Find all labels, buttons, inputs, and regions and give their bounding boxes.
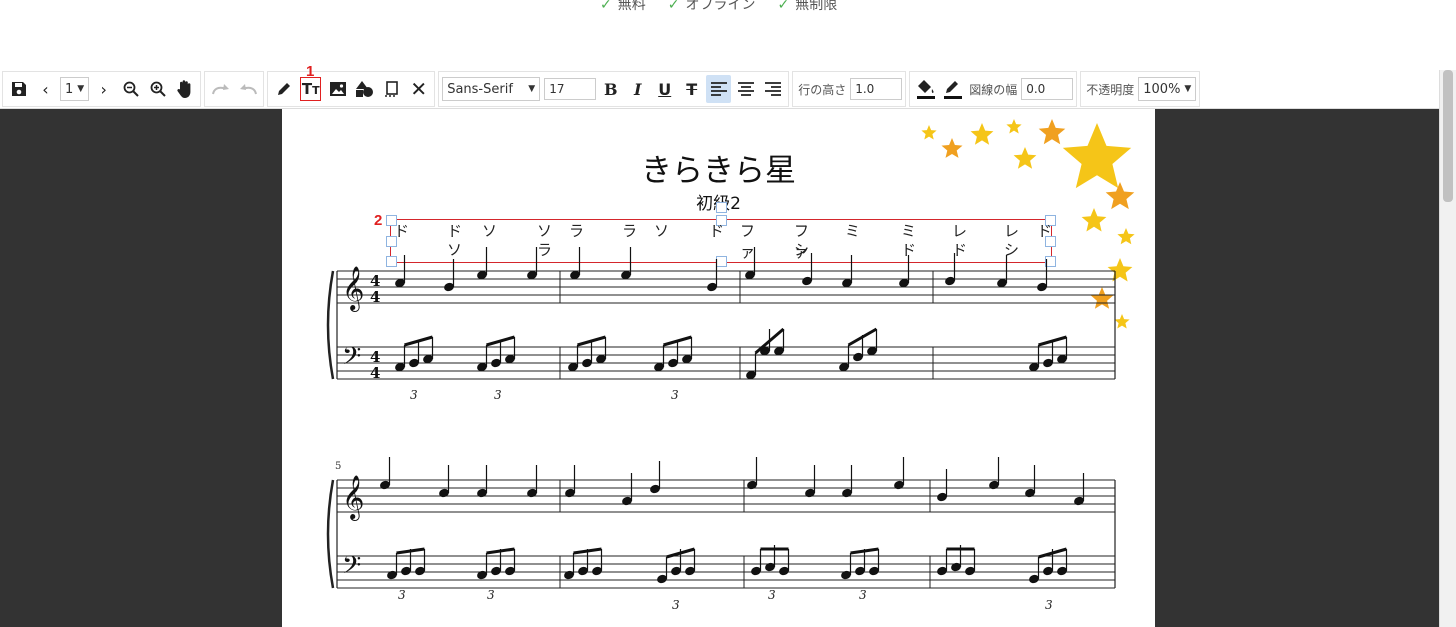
time-signature: 4 (370, 364, 380, 382)
feature-item: ✓ オフライン (668, 0, 756, 14)
align-right-icon[interactable] (760, 75, 785, 103)
line-height-label: 行の高さ (798, 82, 847, 97)
align-left-icon[interactable] (706, 75, 732, 103)
grand-staff-brace (326, 270, 335, 380)
font-family-select[interactable]: Sans-Serif ▼ (442, 77, 541, 101)
editor-toolbar: ‹ 1 ▼ › TT ✕ Sans-Serif ▼ 17 B I U T 行の高さ … (0, 70, 1440, 109)
bold-icon[interactable]: B (598, 75, 623, 103)
beam (850, 547, 879, 555)
treble-clef: 𝄞 (342, 475, 364, 521)
bass-clef: 𝄢 (342, 342, 361, 377)
triplet-number: 3 (410, 388, 418, 402)
treble-clef: 𝄞 (342, 266, 364, 312)
triplet-number: 3 (494, 388, 502, 402)
check-icon: ✓ (667, 0, 680, 13)
opacity-group: 不透明度 100% ▼ (1080, 71, 1201, 107)
next-page-icon[interactable]: › (91, 75, 116, 103)
triplet-number: 3 (671, 388, 679, 402)
beam (486, 547, 515, 555)
text-format-group: Sans-Serif ▼ 17 B I U T (438, 71, 790, 107)
check-icon: ✓ (777, 0, 790, 13)
bass-clef: 𝄢 (342, 551, 361, 586)
beam (396, 547, 425, 555)
grand-staff-brace (326, 479, 335, 589)
check-icon: ✓ (600, 0, 612, 13)
page-select[interactable]: 1 ▼ (60, 77, 90, 101)
chevron-down-icon: ▼ (1184, 84, 1192, 94)
stroke-width-input[interactable]: 0.0 (1021, 78, 1074, 100)
close-icon[interactable]: ✕ (406, 75, 431, 103)
scrollbar-thumb[interactable] (1443, 70, 1453, 202)
history-group (204, 71, 265, 107)
zoom-out-icon[interactable] (118, 75, 143, 103)
vertical-scrollbar[interactable] (1439, 70, 1456, 627)
fill-color-icon[interactable] (913, 75, 938, 103)
sheet-music-page: きらきら星 初級2 2 ドドソソララソドファファミミレレドソラシドドシ 𝄞𝄢44… (282, 109, 1155, 627)
stroke-color-icon[interactable] (940, 75, 965, 103)
triplet-number: 3 (487, 588, 495, 602)
document-viewer: きらきら星 初級2 2 ドドソソララソドファファミミレレドソラシドドシ 𝄞𝄢44… (0, 109, 1440, 627)
zoom-in-icon[interactable] (145, 75, 170, 103)
chevron-down-icon: ▼ (77, 84, 85, 94)
time-signature: 4 (370, 288, 380, 306)
navigation-group: ‹ 1 ▼ › (2, 71, 202, 107)
pencil-icon[interactable] (271, 75, 296, 103)
feature-item: ✓ 無制限 (777, 0, 837, 14)
measure-number: 5 (335, 461, 341, 472)
shapes-icon[interactable] (352, 75, 377, 103)
redo-icon[interactable] (208, 75, 233, 103)
top-banner: ✓ 無料 ✓ オフライン ✓ 無制限 (0, 0, 1440, 70)
italic-icon[interactable]: I (625, 75, 650, 103)
triplet-number: 3 (398, 588, 406, 602)
image-icon[interactable] (325, 75, 350, 103)
music-score: 𝄞𝄢4444𝄞𝄢53 3 33 333 33 (326, 247, 1116, 612)
beam (573, 547, 602, 555)
align-center-icon[interactable] (733, 75, 758, 103)
hand-pan-icon[interactable] (172, 75, 197, 103)
undo-icon[interactable] (235, 75, 260, 103)
opacity-label: 不透明度 (1086, 82, 1135, 97)
step-marker-1: 1 (306, 63, 315, 80)
line-height-group: 行の高さ 1.0 (792, 71, 907, 107)
feature-item: ✓ 無料 (600, 0, 646, 14)
chevron-down-icon: ▼ (528, 84, 536, 94)
insert-group: TT ✕ (267, 71, 436, 107)
line-height-input[interactable]: 1.0 (850, 78, 903, 100)
stroke-group: 図線の幅 0.0 (909, 71, 1078, 107)
strikethrough-icon[interactable]: T (679, 75, 704, 103)
triplet-number: 3 (672, 598, 680, 612)
save-icon[interactable] (6, 75, 31, 103)
opacity-select[interactable]: 100% ▼ (1138, 77, 1197, 101)
crop-frame-icon[interactable] (379, 75, 404, 103)
font-size-input[interactable]: 17 (544, 78, 597, 100)
previous-page-icon[interactable]: ‹ (33, 75, 58, 103)
stroke-width-label: 図線の幅 (969, 82, 1018, 97)
underline-icon[interactable]: U (652, 75, 677, 103)
triplet-number: 3 (1045, 598, 1053, 612)
feature-list: ✓ 無料 ✓ オフライン ✓ 無制限 (600, 0, 837, 14)
triplet-number: 3 (768, 588, 776, 602)
triplet-number: 3 (859, 588, 867, 602)
